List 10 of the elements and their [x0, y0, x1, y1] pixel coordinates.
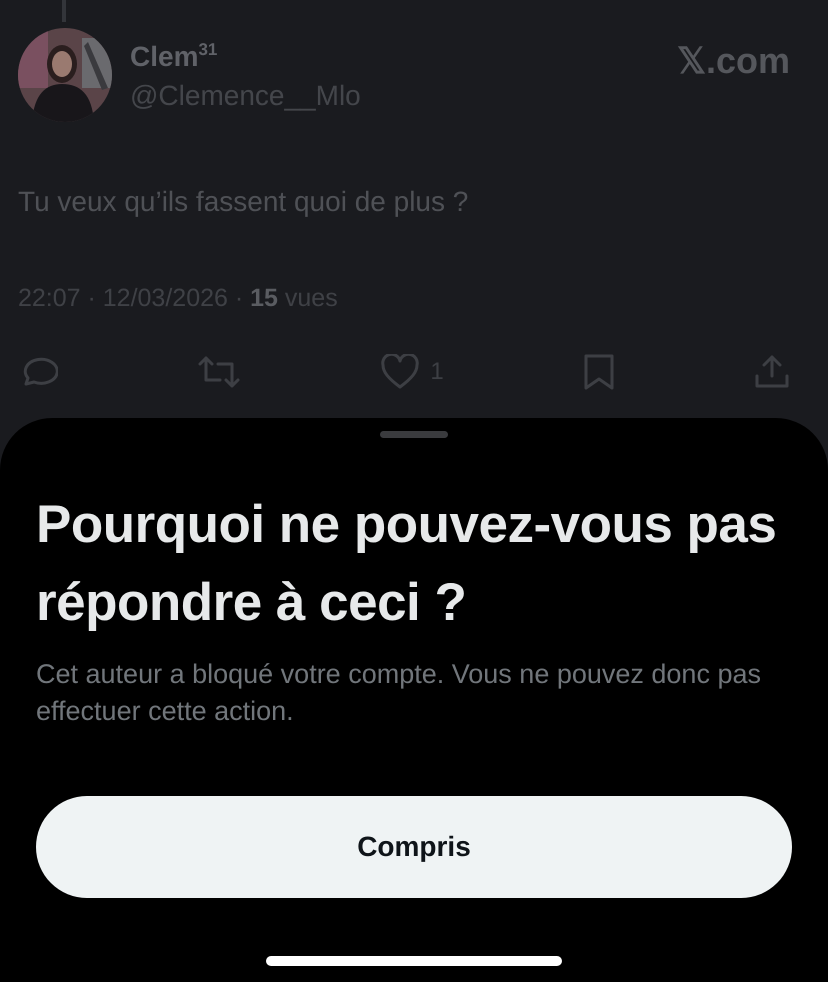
sheet-message: Cet auteur a bloqué votre compte. Vous ne pouvez donc pas effectuer cette action.: [36, 658, 762, 728]
display-name[interactable]: Clem$^{31}$: [130, 40, 677, 74]
share-icon[interactable]: [754, 354, 790, 390]
drag-handle[interactable]: [380, 431, 448, 438]
heart-icon[interactable]: [380, 354, 420, 390]
repost-icon[interactable]: [196, 354, 242, 390]
bookmark-icon[interactable]: [582, 353, 616, 391]
sheet-title: Pourquoi ne pouvez-vous pas répondre à ceci ?: [36, 494, 778, 634]
site-logo: 𝕏.com: [676, 40, 790, 82]
got-it-button[interactable]: Compris: [36, 796, 792, 898]
